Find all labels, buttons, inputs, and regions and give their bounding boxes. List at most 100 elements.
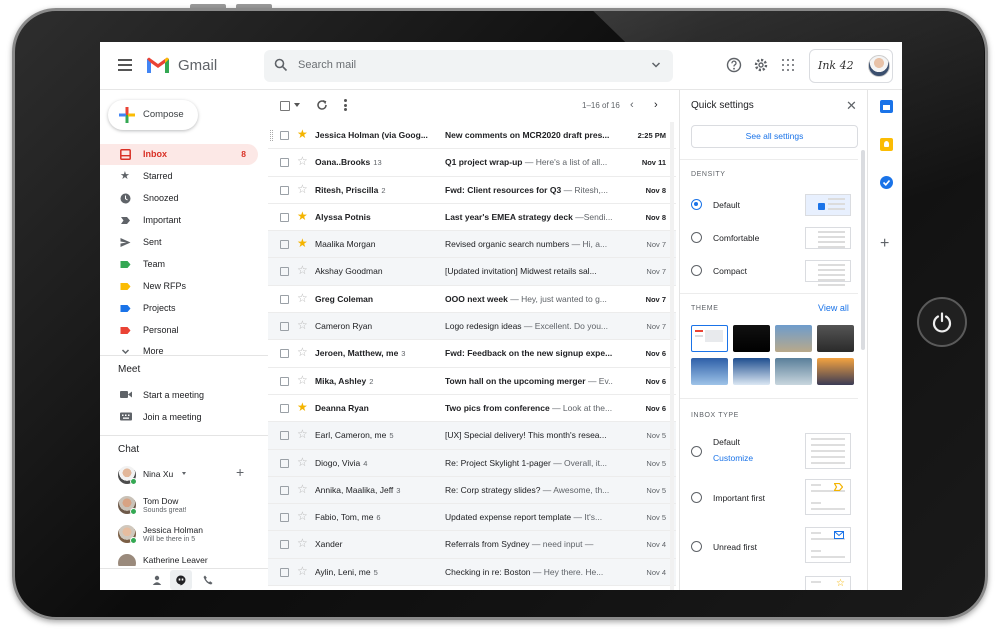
sidebar-item-starred[interactable]: ★ Starred — [100, 166, 258, 187]
table-row[interactable]: ★ Jessica Holman (via Goog... New comments… — [268, 122, 676, 150]
row-checkbox[interactable] — [280, 349, 289, 359]
table-row[interactable]: ☆ Aylin, Leni, me 5 Checking in re: Boston … — [268, 558, 676, 587]
add-addon-icon[interactable]: + — [880, 235, 889, 253]
row-checkbox[interactable] — [280, 267, 289, 277]
chat-contact[interactable]: Tom Dow Sounds great! — [118, 494, 268, 520]
table-row[interactable]: ☆ Cameron Ryan Logo redesign ideas — Excel… — [268, 313, 676, 341]
drag-handle-icon[interactable] — [270, 130, 273, 141]
apps-grid-icon[interactable] — [782, 59, 794, 71]
select-all-checkbox[interactable] — [280, 101, 290, 111]
row-checkbox[interactable] — [280, 240, 289, 250]
join-meeting-item[interactable]: Join a meeting — [120, 412, 202, 423]
gmail-logo-icon[interactable] — [146, 56, 170, 74]
search-icon[interactable] — [274, 58, 288, 72]
star-icon[interactable]: ☆ — [297, 318, 308, 332]
row-checkbox[interactable] — [280, 158, 289, 168]
start-meeting-item[interactable]: Start a meeting — [120, 390, 204, 401]
sidebar-item-sent[interactable]: Sent — [100, 232, 258, 253]
sidebar-item-important[interactable]: Important — [100, 210, 258, 231]
star-icon[interactable]: ★ — [297, 127, 308, 141]
star-icon[interactable]: ★ — [297, 400, 308, 414]
mountain-theme[interactable] — [733, 358, 770, 385]
table-row[interactable]: ★ Maalika Morgan Revised organic search nu… — [268, 231, 676, 259]
inbox-important-first-radio[interactable] — [691, 492, 702, 503]
previous-page-icon[interactable]: ‹ — [630, 99, 634, 111]
sidebar-item-inbox[interactable]: Inbox 8 — [100, 144, 258, 165]
hamburger-menu-icon[interactable] — [118, 59, 132, 71]
row-checkbox[interactable] — [280, 513, 289, 523]
customize-link[interactable]: Customize — [713, 453, 753, 463]
lake-theme[interactable] — [691, 358, 728, 385]
see-all-settings-button[interactable]: See all settings — [691, 125, 858, 148]
calendar-icon[interactable] — [880, 100, 893, 113]
avatar[interactable] — [868, 55, 890, 77]
row-checkbox[interactable] — [280, 212, 289, 222]
refresh-icon[interactable] — [316, 99, 328, 111]
row-checkbox[interactable] — [280, 540, 289, 550]
table-row[interactable]: ☆ Oana..Brooks 13 Q1 project wrap-up — Here… — [268, 149, 676, 177]
table-row[interactable]: ☆ Xander Referrals from Sydney — need inpu… — [268, 531, 676, 559]
next-page-icon[interactable]: › — [654, 99, 658, 111]
sidebar-item-team[interactable]: Team — [100, 254, 258, 275]
table-row[interactable]: ☆ Akshay Goodman [Updated invitation] Midw… — [268, 258, 676, 286]
row-checkbox[interactable] — [280, 567, 289, 577]
row-checkbox[interactable] — [280, 485, 289, 495]
chat-contact[interactable]: Jessica Holman Will be there in 5 — [118, 523, 268, 549]
pebbles-theme[interactable] — [817, 325, 854, 352]
density-compact-radio[interactable] — [691, 265, 702, 276]
row-checkbox[interactable] — [280, 376, 289, 386]
table-row[interactable]: ☆ Jeroen, Matthew, me 3 Fwd: Feedback on th… — [268, 340, 676, 368]
chat-self[interactable]: Nina Xu + — [118, 464, 268, 490]
star-icon[interactable]: ☆ — [297, 291, 308, 305]
sidebar-item-new-rfps[interactable]: New RFPs — [100, 276, 258, 297]
chevron-down-icon[interactable] — [182, 472, 186, 475]
select-dropdown-icon[interactable] — [294, 103, 300, 107]
row-checkbox[interactable] — [280, 294, 289, 304]
inbox-default-radio[interactable] — [691, 446, 702, 457]
scrollbar[interactable] — [861, 150, 865, 350]
table-row[interactable]: ☆ Earl, Cameron, me 5 [UX] Special delivery… — [268, 422, 676, 450]
row-checkbox[interactable] — [280, 185, 289, 195]
star-icon[interactable]: ☆ — [297, 564, 308, 578]
density-default-radio[interactable] — [691, 199, 702, 210]
account-switcher[interactable]: Ink 42 — [809, 49, 893, 83]
add-chat-icon[interactable]: + — [236, 464, 244, 480]
table-row[interactable]: ☆ Mika, Ashley 2 Town hall on the upcoming … — [268, 367, 676, 395]
sunset-theme[interactable] — [817, 358, 854, 385]
beach-theme[interactable] — [775, 325, 812, 352]
gear-icon[interactable] — [753, 57, 769, 73]
table-row[interactable]: ☆ Diogo, Vivia 4 Re: Project Skylight 1-pag… — [268, 449, 676, 477]
table-row[interactable]: ★ Deanna Ryan Two pics from conference — L… — [268, 394, 676, 423]
close-icon[interactable]: ✕ — [846, 98, 857, 114]
row-checkbox[interactable] — [280, 403, 289, 413]
star-icon[interactable]: ★ — [297, 236, 308, 250]
hangouts-tab[interactable] — [170, 570, 192, 590]
coast-theme[interactable] — [775, 358, 812, 385]
table-row[interactable]: ★ Alyssa Potnis Last year's EMEA strategy … — [268, 203, 676, 232]
more-options-icon[interactable] — [344, 99, 347, 111]
sidebar-item-snoozed[interactable]: Snoozed — [100, 188, 258, 209]
star-icon[interactable]: ☆ — [297, 182, 308, 196]
density-comfortable-radio[interactable] — [691, 232, 702, 243]
default-theme[interactable] — [691, 325, 728, 352]
star-icon[interactable]: ☆ — [297, 154, 308, 168]
table-row[interactable]: ☆ Annika, Maalika, Jeff 3 Re: Corp strategy… — [268, 476, 676, 505]
star-icon[interactable]: ☆ — [297, 345, 308, 359]
sidebar-item-personal[interactable]: Personal — [100, 320, 258, 341]
star-icon[interactable]: ☆ — [297, 536, 308, 550]
star-icon[interactable]: ☆ — [297, 482, 308, 496]
row-checkbox[interactable] — [280, 458, 289, 468]
row-checkbox[interactable] — [280, 431, 289, 441]
sidebar-item-more[interactable]: More — [100, 341, 258, 362]
search-bar[interactable]: Search mail — [264, 50, 673, 82]
table-row[interactable]: ☆ Fabio, Tom, me 6 Updated expense report t… — [268, 504, 676, 532]
star-icon[interactable]: ☆ — [297, 263, 308, 277]
tasks-icon[interactable] — [880, 176, 893, 189]
search-input[interactable]: Search mail — [298, 59, 356, 71]
help-icon[interactable] — [726, 57, 742, 73]
row-checkbox[interactable] — [280, 322, 289, 332]
star-icon[interactable]: ☆ — [297, 509, 308, 523]
sidebar-item-projects[interactable]: Projects — [100, 298, 258, 319]
search-options-icon[interactable] — [651, 60, 661, 70]
power-button[interactable] — [917, 297, 967, 347]
